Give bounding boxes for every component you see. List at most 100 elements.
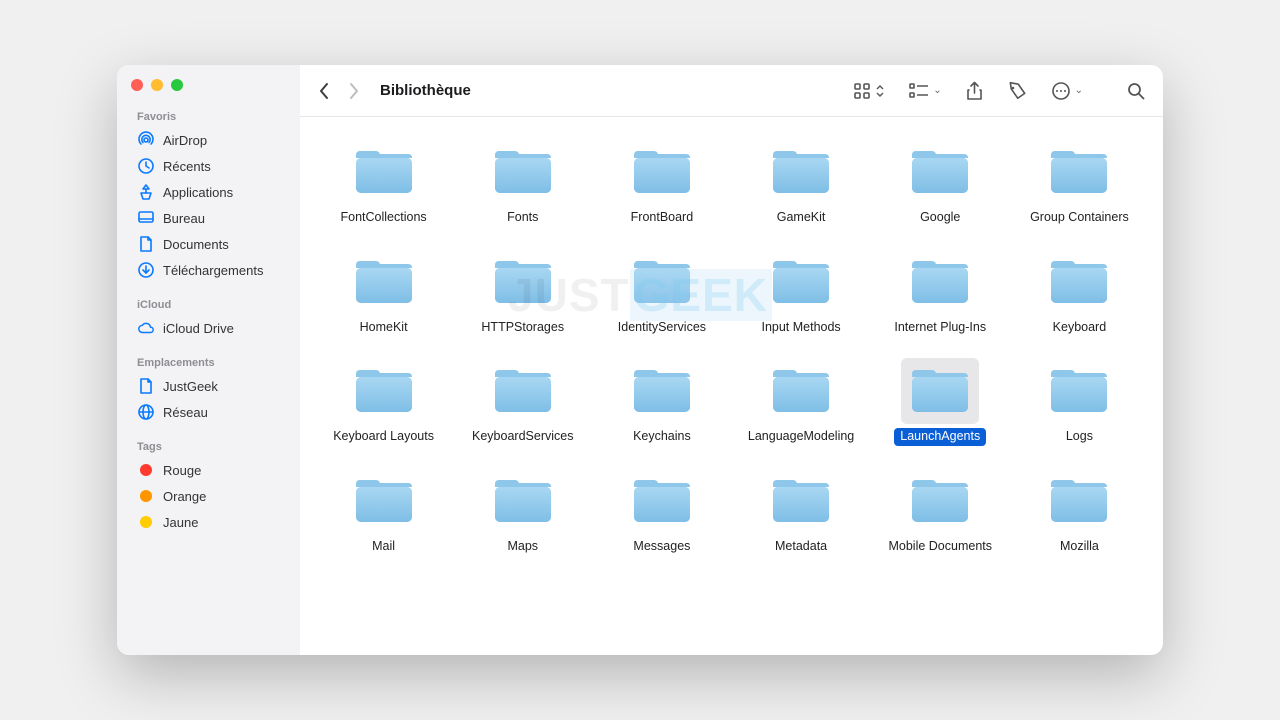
sidebar-item-rouge[interactable]: Rouge [117,457,300,483]
folder-label: FrontBoard [625,209,700,227]
main-area: Bibliothèque ⌄ [300,65,1163,655]
folder-icon [1040,358,1118,424]
sidebar-item-label: Jaune [163,515,198,530]
folder-label: HTTPStorages [475,319,570,337]
sidebar-item-label: Rouge [163,463,201,478]
nav-forward-button[interactable] [348,82,360,100]
folder-item[interactable]: Mobile Documents [871,464,1010,558]
folder-item[interactable]: Keyboard [1010,245,1149,339]
folder-label: IdentityServices [612,319,712,337]
sidebar-item-label: Téléchargements [163,263,263,278]
folder-item[interactable]: Keychains [592,354,731,448]
close-button[interactable] [131,79,143,91]
sidebar-item-récents[interactable]: Récents [117,153,300,179]
folder-icon [484,139,562,205]
folder-icon [1040,468,1118,534]
downloads-icon [137,261,155,279]
folder-icon [345,139,423,205]
folder-item[interactable]: Maps [453,464,592,558]
folder-item[interactable]: Google [871,135,1010,229]
folder-label: Keyboard [1047,319,1113,337]
apps-icon [137,183,155,201]
sidebar-section-label: iCloud [117,295,300,315]
sidebar-item-téléchargements[interactable]: Téléchargements [117,257,300,283]
sidebar-item-orange[interactable]: Orange [117,483,300,509]
sidebar-item-airdrop[interactable]: AirDrop [117,127,300,153]
sidebar-item-label: Applications [163,185,233,200]
folder-item[interactable]: Fonts [453,135,592,229]
folder-icon [484,249,562,315]
minimize-button[interactable] [151,79,163,91]
sidebar: FavorisAirDropRécentsApplicationsBureauD… [117,65,300,655]
tag-icon [137,513,155,531]
share-button[interactable] [966,81,983,101]
folder-label: LaunchAgents [894,428,986,446]
folder-icon [901,139,979,205]
more-actions-button[interactable]: ⌄ [1051,81,1083,101]
folder-item[interactable]: Input Methods [732,245,871,339]
folder-label: Mozilla [1054,538,1105,556]
folder-item[interactable]: Group Containers [1010,135,1149,229]
folder-icon [901,249,979,315]
folder-item[interactable]: GameKit [732,135,871,229]
desktop-icon [137,209,155,227]
folder-label: LanguageModeling [742,428,860,446]
folder-item[interactable]: FrontBoard [592,135,731,229]
folder-icon [345,468,423,534]
nav-back-button[interactable] [318,82,330,100]
folder-item[interactable]: Keyboard Layouts [314,354,453,448]
folder-item[interactable]: Mozilla [1010,464,1149,558]
sidebar-section-label: Emplacements [117,353,300,373]
sidebar-item-justgeek[interactable]: JustGeek [117,373,300,399]
folder-item[interactable]: KeyboardServices [453,354,592,448]
airdrop-icon [137,131,155,149]
folder-grid: FontCollections Fonts FrontBoard GameKit… [314,135,1149,558]
sidebar-item-réseau[interactable]: Réseau [117,399,300,425]
zoom-button[interactable] [171,79,183,91]
sidebar-item-icloud-drive[interactable]: iCloud Drive [117,315,300,341]
folder-item[interactable]: IdentityServices [592,245,731,339]
folder-icon [484,468,562,534]
recents-icon [137,157,155,175]
folder-label: Group Containers [1024,209,1135,227]
sidebar-item-jaune[interactable]: Jaune [117,509,300,535]
sidebar-item-label: AirDrop [163,133,207,148]
folder-label: HomeKit [354,319,414,337]
folder-icon [901,468,979,534]
folder-item[interactable]: Internet Plug-Ins [871,245,1010,339]
sidebar-item-applications[interactable]: Applications [117,179,300,205]
folder-item[interactable]: FontCollections [314,135,453,229]
folder-icon [762,139,840,205]
window-title: Bibliothèque [380,82,471,99]
tags-button[interactable] [1007,81,1027,101]
sidebar-item-label: Orange [163,489,206,504]
sidebar-item-label: Documents [163,237,229,252]
folder-icon [623,358,701,424]
folder-label: Maps [501,538,544,556]
folder-item[interactable]: LanguageModeling [732,354,871,448]
finder-window: FavorisAirDropRécentsApplicationsBureauD… [117,65,1163,655]
folder-item[interactable]: Metadata [732,464,871,558]
folder-label: Internet Plug-Ins [888,319,992,337]
tag-icon [137,487,155,505]
folder-item[interactable]: Logs [1010,354,1149,448]
sidebar-item-documents[interactable]: Documents [117,231,300,257]
view-mode-button[interactable] [853,82,885,100]
group-by-button[interactable]: ⌄ [909,83,941,99]
folder-label: Mobile Documents [882,538,998,556]
folder-label: Messages [627,538,696,556]
folder-item[interactable]: LaunchAgents [871,354,1010,448]
doc-icon [137,235,155,253]
search-button[interactable] [1127,82,1145,100]
folder-label: Mail [366,538,401,556]
folder-item[interactable]: Messages [592,464,731,558]
folder-item[interactable]: HomeKit [314,245,453,339]
sidebar-item-bureau[interactable]: Bureau [117,205,300,231]
toolbar: Bibliothèque ⌄ [300,65,1163,117]
cloud-icon [137,319,155,337]
content-area[interactable]: FontCollections Fonts FrontBoard GameKit… [300,117,1163,655]
folder-label: KeyboardServices [466,428,579,446]
folder-item[interactable]: Mail [314,464,453,558]
folder-icon [1040,139,1118,205]
folder-item[interactable]: HTTPStorages [453,245,592,339]
